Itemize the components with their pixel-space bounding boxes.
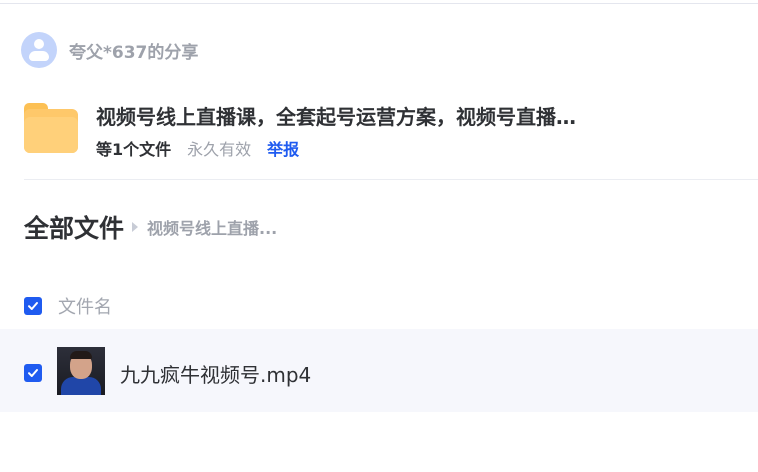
breadcrumb-current: 视频号线上直播... — [147, 219, 278, 238]
file-count: 等1个文件 — [96, 140, 172, 159]
checkmark-icon — [28, 369, 38, 377]
folder-icon — [24, 103, 78, 153]
top-divider — [0, 3, 758, 4]
avatar-shoulders-shape — [29, 51, 49, 61]
file-name[interactable]: 九九疯牛视频号.mp4 — [120, 359, 311, 388]
row-checkbox[interactable] — [24, 364, 42, 382]
avatar — [21, 32, 57, 68]
folder-meta: 等1个文件 永久有效 举报 — [96, 136, 299, 160]
table-row[interactable]: 九九疯牛视频号.mp4 — [0, 329, 758, 412]
avatar-head-shape — [34, 39, 44, 49]
breadcrumb: 全部文件 视频号线上直播... — [24, 209, 277, 245]
column-header-filename[interactable]: 文件名 — [58, 293, 112, 319]
share-header: 夸父*637的分享 — [21, 32, 198, 68]
file-list-header: 文件名 — [24, 292, 112, 320]
validity-text: 永久有效 — [187, 140, 252, 159]
video-thumbnail[interactable] — [57, 347, 105, 395]
report-link[interactable]: 举报 — [267, 136, 299, 160]
select-all-checkbox[interactable] — [24, 297, 42, 315]
section-divider — [24, 179, 758, 180]
breadcrumb-root[interactable]: 全部文件 — [24, 209, 124, 245]
checkmark-icon — [28, 302, 38, 310]
breadcrumb-separator-icon — [132, 222, 139, 232]
folder-title: 视频号线上直播课，全套起号运营方案，视频号直播… — [96, 105, 576, 129]
sharer-name: 夸父*637的分享 — [69, 42, 199, 63]
